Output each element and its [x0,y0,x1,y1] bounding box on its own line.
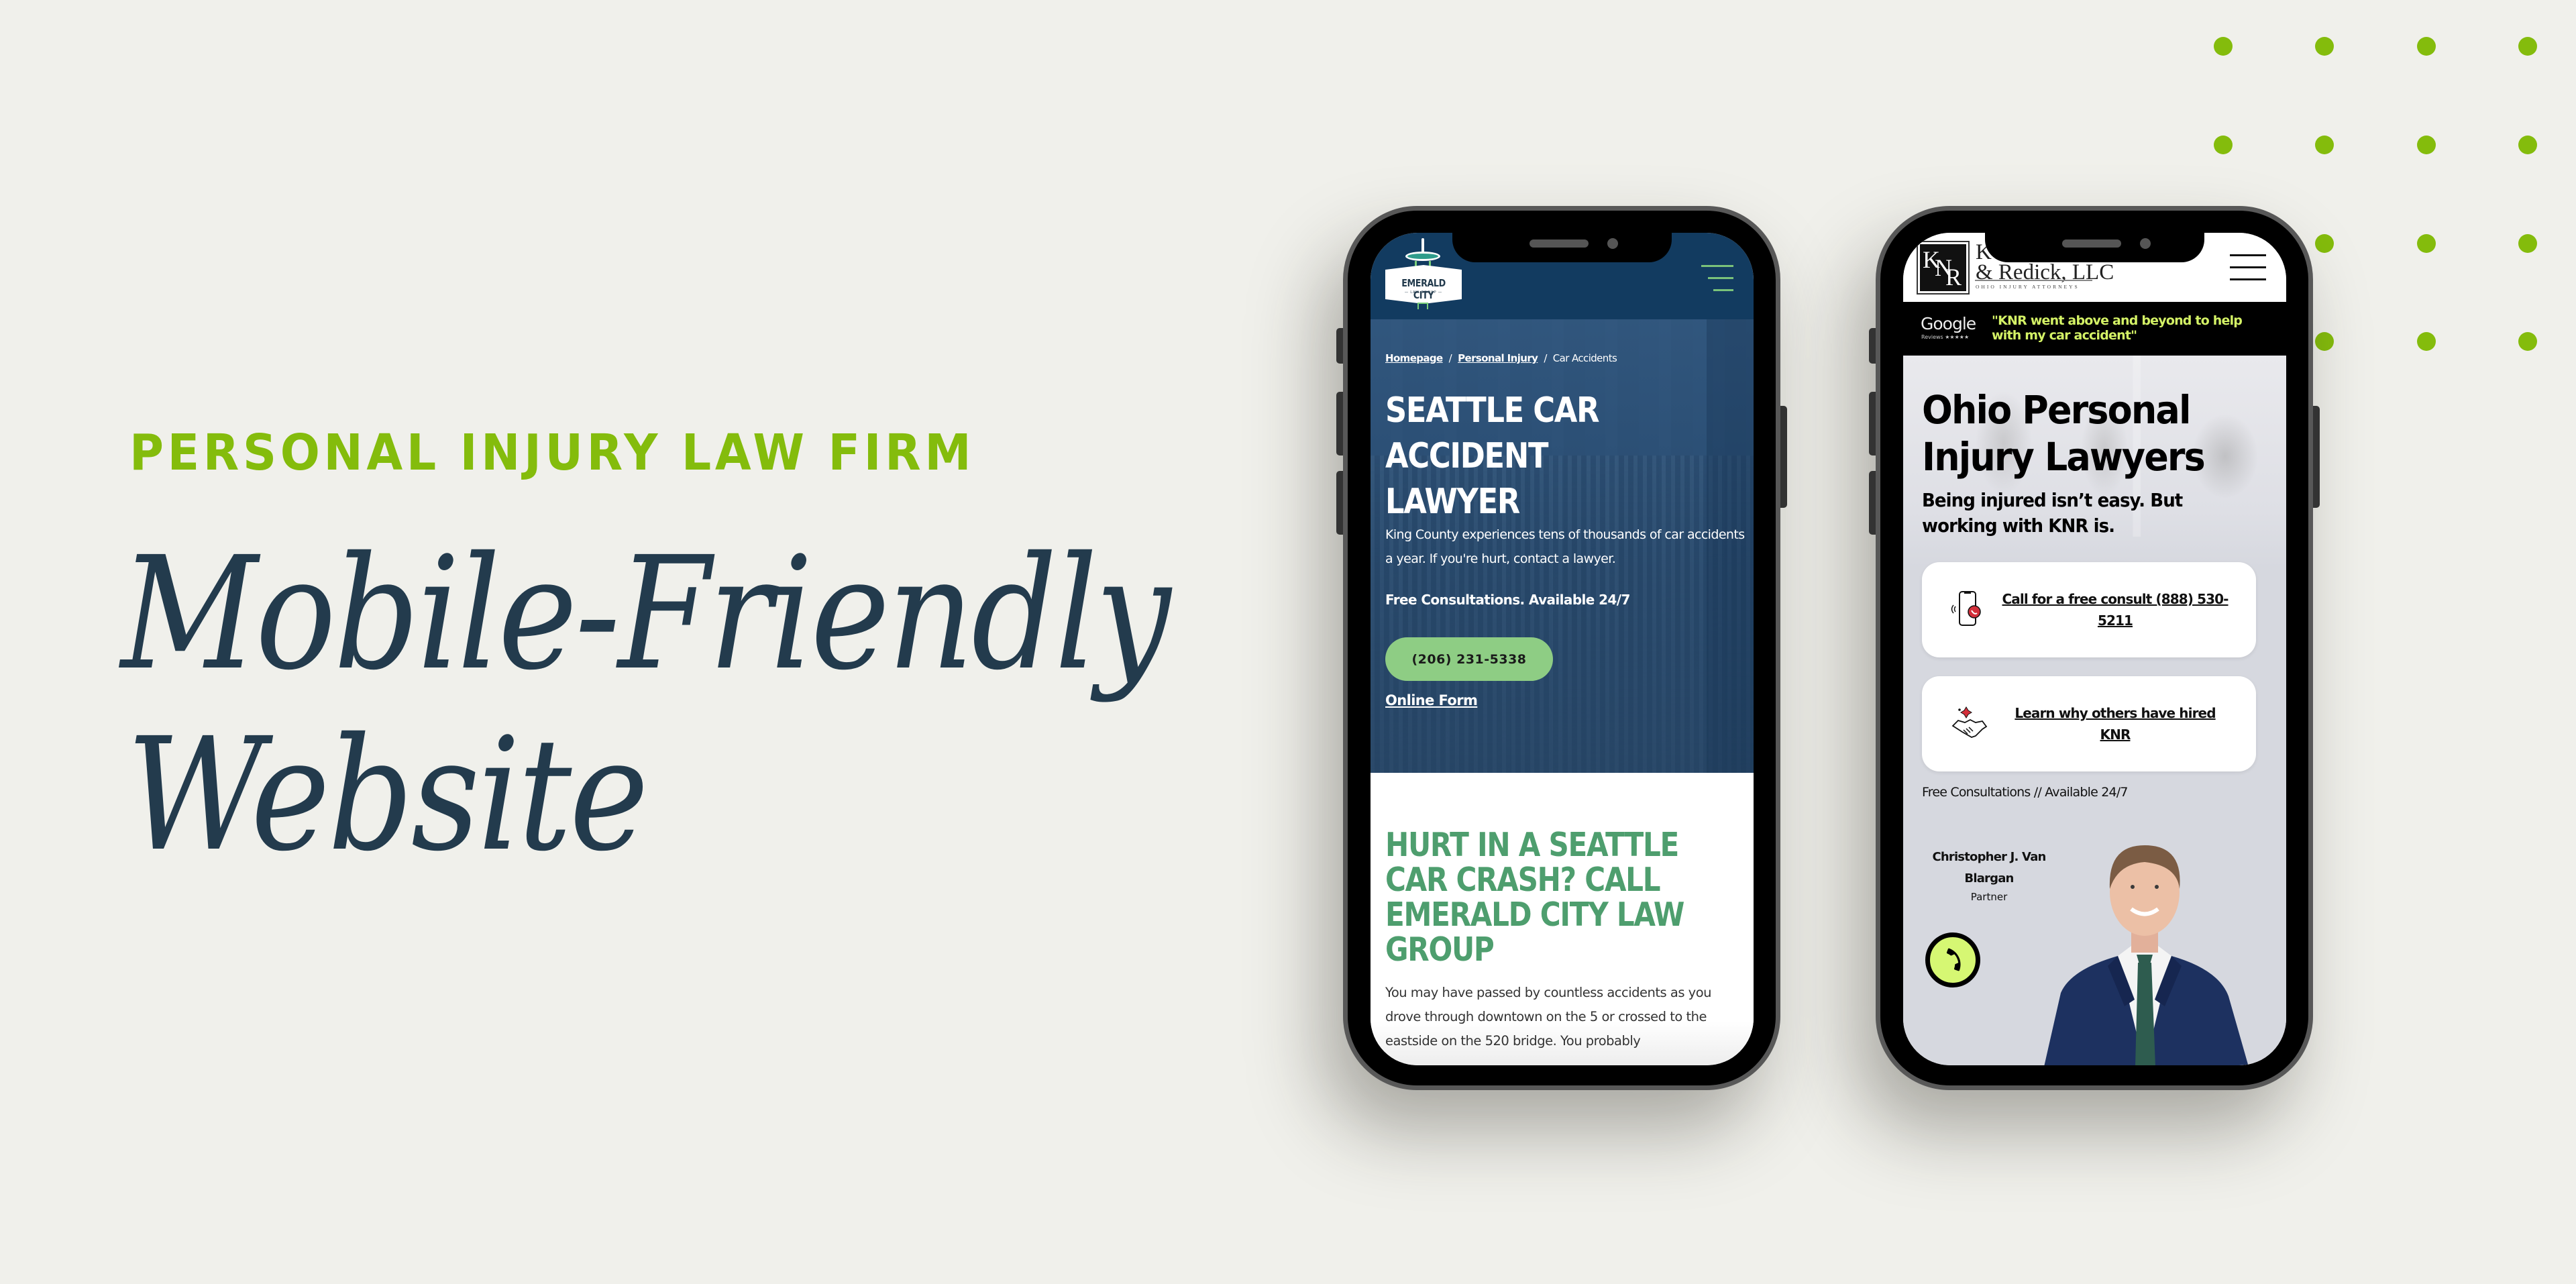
decorative-dot [2518,37,2537,56]
phone-mockup-emerald-city: EMERALD CITY — LAW GROUP — Homepage / Pers… [1336,206,1787,1090]
logo-tagline: OHIO INJURY ATTORNEYS [1976,284,2080,290]
breadcrumb-homepage[interactable]: Homepage [1385,352,1443,364]
breadcrumb-separator: / [1448,352,1452,364]
decorative-dot [2518,234,2537,253]
front-camera [2140,238,2151,249]
hamburger-icon[interactable] [2230,254,2266,281]
front-camera [1607,238,1618,249]
google-logo: Google [1921,314,1976,333]
phone-screen: KNR K & Redick, LLC OHIO INJURY ATTORNEY… [1903,233,2286,1065]
free-consultation-text: Free Consultations. Available 24/7 [1385,592,1630,608]
speaker-grille [1529,239,1589,248]
volume-up-button [1336,392,1343,456]
power-button [1780,406,1787,508]
decorative-dot [2214,136,2233,154]
headline-line-1: Mobile-Friendly [121,523,1171,704]
decorative-dot [2417,332,2436,351]
review-quote: "KNR went above and beyond to help with … [1992,313,2243,343]
decorative-dot [2518,136,2537,154]
phone-mockup-knr: KNR K & Redick, LLC OHIO INJURY ATTORNEY… [1869,206,2320,1090]
call-consult-link[interactable]: Call for a free consult (888) 530-5211 [2001,588,2229,631]
breadcrumb-current: Car Accidents [1552,352,1617,364]
headline: Mobile-Friendly Website [121,523,1171,886]
notch [1985,233,2204,262]
section-heading: HURT IN A SEATTLE CAR CRASH? CALL EMERAL… [1385,826,1684,969]
decorative-dot [2315,234,2334,253]
online-form-link[interactable]: Online Form [1385,692,1478,708]
why-hire-link[interactable]: Learn why others have hired KNR [2001,702,2229,745]
breadcrumb-separator: / [1544,352,1547,364]
section-paragraph: You may have passed by countless acciden… [1385,985,1712,1049]
mute-switch [1869,328,1876,364]
hero-section: Homepage / Personal Injury / Car Accidents S… [1371,319,1754,773]
handshake-icon [1949,703,1989,743]
why-hire-card[interactable]: Learn why others have hired KNR [1922,676,2256,771]
logo-name: EMERALD CITY [1401,277,1446,301]
hero-section: Ohio Personal Injury Lawyers Being injur… [1903,356,2286,1065]
logo-sub: — LAW GROUP — [1404,290,1443,295]
free-consultation-text: Free Consultations // Available 24/7 [1922,785,2129,800]
decorative-dot [2417,136,2436,154]
phone-screen: EMERALD CITY — LAW GROUP — Homepage / Pers… [1371,233,1754,1065]
speaker-grille [2062,239,2121,248]
breadcrumb: Homepage / Personal Injury / Car Accidents [1385,352,1617,364]
hero-subtitle: Being injured isn’t easy. But working wi… [1922,489,2183,537]
emerald-city-logo[interactable]: EMERALD CITY — LAW GROUP — [1385,238,1462,311]
hero-intro: King County experiences tens of thousand… [1385,527,1745,566]
page-title: SEATTLE CAR ACCIDENT LAWYER [1385,390,1600,522]
page-title: Ohio Personal Injury Lawyers [1922,387,2206,480]
logo-divider [1975,280,2092,281]
google-reviews-stars: Reviews ★★★★★ [1921,334,1970,340]
decorative-dot [2315,136,2334,154]
headline-line-2: Website [126,704,649,886]
mute-switch [1336,328,1343,364]
decorative-dot [2417,234,2436,253]
breadcrumb-personal-injury[interactable]: Personal Injury [1458,352,1538,364]
space-needle-disc [1405,252,1440,261]
power-button [2313,406,2320,508]
notch [1452,233,1672,262]
volume-up-button [1869,392,1876,456]
decorative-dot [2417,37,2436,56]
decorative-dot [2518,332,2537,351]
call-consult-card[interactable]: Call for a free consult (888) 530-5211 [1922,562,2256,657]
attorney-photo [2024,825,2265,1065]
volume-down-button [1336,471,1343,535]
call-phone-button[interactable]: (206) 231-5338 [1385,637,1553,681]
logo-base [1417,303,1428,309]
eyebrow-label: PERSONAL INJURY LAW FIRM [129,424,975,482]
decorative-dot [2315,332,2334,351]
phone-icon [1941,947,1965,973]
phone-call-icon [1949,589,1989,629]
content-section: HURT IN A SEATTLE CAR CRASH? CALL EMERAL… [1371,773,1754,1065]
review-banner[interactable]: Google Reviews ★★★★★ "KNR went above and… [1903,302,2286,356]
hamburger-icon[interactable] [1701,265,1733,292]
volume-down-button [1869,471,1876,535]
decorative-dot [2315,37,2334,56]
knr-logo-mark[interactable]: KNR [1917,241,1970,295]
call-button[interactable] [1925,932,1980,987]
decorative-dot [2214,37,2233,56]
